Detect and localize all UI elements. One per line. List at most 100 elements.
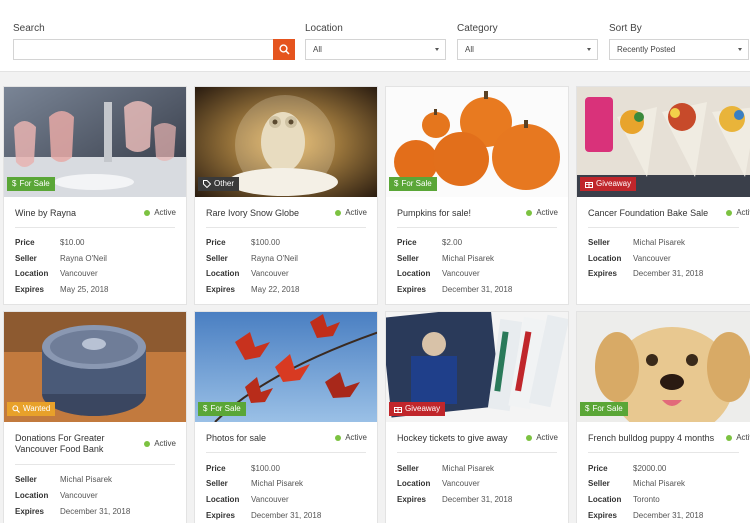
expires-value: December 31, 2018 [251, 511, 322, 520]
location-value: Vancouver [251, 269, 289, 278]
status-badge: Active [335, 433, 367, 442]
status-dot [526, 434, 533, 441]
search-icon [12, 405, 20, 413]
divider [15, 227, 175, 228]
listing-tag: $ For Sale [7, 177, 55, 191]
location-value: Vancouver [251, 495, 289, 504]
listing-title[interactable]: Donations For Greater Vancouver Food Ban… [15, 433, 140, 455]
seller-value: Michal Pisarek [633, 238, 686, 247]
status-label: Active [736, 433, 750, 442]
listing-card[interactable]: Other Rare Ivory Snow Globe Active Price… [194, 86, 378, 305]
listing-title[interactable]: Wine by Rayna [15, 208, 76, 219]
listing-card[interactable]: Giveaway Cancer Foundation Bake Sale Act… [576, 86, 750, 305]
listing-image-snow-globe[interactable]: Other [195, 87, 377, 197]
listing-tag: Other [198, 177, 240, 191]
search-input[interactable] [13, 39, 295, 60]
expires-value: December 31, 2018 [633, 269, 704, 278]
status-dot [726, 434, 733, 441]
expires-label: Expires [397, 285, 426, 294]
chevron-down-icon [435, 48, 439, 51]
price-label: Price [397, 238, 417, 247]
expires-value: December 31, 2018 [633, 511, 704, 520]
filter-bar: Search Location All Category All Sort By… [0, 0, 750, 72]
listing-image-wine[interactable]: $ For Sale [4, 87, 186, 197]
listing-title[interactable]: French bulldog puppy 4 months [588, 433, 714, 444]
expires-label: Expires [206, 511, 235, 520]
listing-title[interactable]: Pumpkins for sale! [397, 208, 471, 219]
listing-tag-label: Wanted [23, 404, 51, 413]
status-label: Active [536, 208, 558, 217]
listing-title[interactable]: Cancer Foundation Bake Sale [588, 208, 708, 219]
listing-title[interactable]: Photos for sale [206, 433, 266, 444]
listing-card[interactable]: $ For Sale Pumpkins for sale! Active Pri… [385, 86, 569, 305]
sort-select-value: Recently Posted [617, 45, 676, 54]
listing-image-food-bank[interactable]: Wanted [4, 312, 186, 422]
status-dot [144, 440, 151, 447]
listing-image-photos[interactable]: $ For Sale [195, 312, 377, 422]
sort-select[interactable]: Recently Posted [609, 39, 749, 60]
price-value: $100.00 [251, 238, 280, 247]
category-select[interactable]: All [457, 39, 598, 60]
price-value: $2.00 [442, 238, 463, 247]
search-button[interactable] [273, 39, 295, 60]
listing-card[interactable]: $ For Sale Wine by Rayna Active Price $10… [3, 86, 187, 305]
search-icon [278, 44, 290, 55]
listing-card[interactable]: $ For Sale Photos for sale Active Price $… [194, 311, 378, 523]
listing-card[interactable]: Wanted Donations For Greater Vancouver F… [3, 311, 187, 523]
seller-value: Michal Pisarek [60, 475, 113, 484]
location-label: Location [15, 269, 49, 278]
seller-label: Seller [206, 479, 228, 488]
listing-title[interactable]: Hockey tickets to give away [397, 433, 508, 444]
divider [397, 227, 557, 228]
listing-tag: $ For Sale [580, 402, 628, 416]
status-dot [144, 209, 151, 216]
status-label: Active [345, 433, 367, 442]
listing-title[interactable]: Rare Ivory Snow Globe [206, 208, 299, 219]
divider [397, 452, 557, 453]
expires-label: Expires [15, 285, 44, 294]
location-label: Location [15, 491, 49, 500]
location-value: Vancouver [633, 254, 671, 263]
status-label: Active [536, 433, 558, 442]
status-badge: Active [726, 433, 750, 442]
expires-value: December 31, 2018 [442, 495, 513, 504]
status-dot [726, 209, 733, 216]
listing-tag-label: For Sale [401, 179, 432, 188]
expires-label: Expires [588, 511, 617, 520]
price-label: Price [206, 238, 226, 247]
expires-label: Expires [397, 495, 426, 504]
price-value: $10.00 [60, 238, 85, 247]
listing-tag-label: For Sale [592, 404, 623, 413]
seller-label: Seller [206, 254, 228, 263]
location-label: Location [397, 269, 431, 278]
listing-tag: Wanted [7, 402, 56, 416]
listing-card[interactable]: $ For Sale French bulldog puppy 4 months… [576, 311, 750, 523]
seller-label: Seller [15, 254, 37, 263]
listing-image-puppy[interactable]: $ For Sale [577, 312, 750, 422]
chevron-down-icon [738, 48, 742, 51]
listing-image-hockey-tickets[interactable]: Giveaway [386, 312, 568, 422]
seller-label: Seller [588, 238, 610, 247]
location-select[interactable]: All [305, 39, 446, 60]
location-select-value: All [313, 45, 322, 54]
divider [15, 464, 175, 465]
location-label: Location [588, 254, 622, 263]
listing-image-bake-sale[interactable]: Giveaway [577, 87, 750, 197]
listing-tag: $ For Sale [198, 402, 246, 416]
status-dot [335, 209, 342, 216]
listing-card[interactable]: Giveaway Hockey tickets to give away Act… [385, 311, 569, 523]
location-value: Vancouver [442, 479, 480, 488]
expires-value: May 22, 2018 [251, 285, 300, 294]
category-label: Category [457, 23, 498, 34]
status-dot [526, 209, 533, 216]
listing-tag: Giveaway [389, 402, 446, 416]
location-label: Location [206, 495, 240, 504]
dollar-icon: $ [12, 179, 17, 188]
location-label: Location [305, 23, 343, 34]
search-label: Search [13, 23, 45, 34]
status-dot [335, 434, 342, 441]
listing-tag-label: Giveaway [596, 179, 632, 188]
seller-label: Seller [588, 479, 610, 488]
location-value: Vancouver [60, 269, 98, 278]
listing-image-pumpkins[interactable]: $ For Sale [386, 87, 568, 197]
